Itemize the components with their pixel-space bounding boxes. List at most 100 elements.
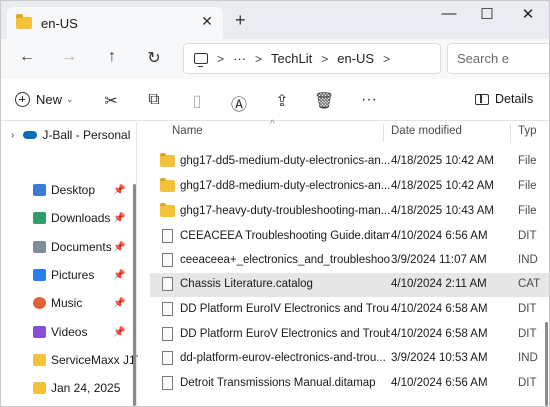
sort-indicator-icon: ^: [270, 119, 275, 130]
new-button[interactable]: New ⌄: [15, 92, 74, 107]
minimize-button[interactable]: —: [439, 5, 459, 22]
chevron-right-icon[interactable]: >: [217, 52, 224, 66]
cut-button[interactable]: ✂: [101, 91, 121, 111]
sidebar-item-music[interactable]: Music: [33, 296, 82, 310]
column-header-type[interactable]: Typ: [518, 125, 537, 137]
delete-button[interactable]: 🗑: [314, 91, 334, 111]
sidebar-item-label: J-Ball - Personal: [42, 128, 131, 142]
chevron-right-icon[interactable]: >: [383, 52, 390, 66]
tab-close-icon[interactable]: ✕: [199, 13, 215, 30]
breadcrumb-more[interactable]: ···: [233, 51, 246, 66]
new-button-label: New: [36, 92, 63, 107]
details-button[interactable]: Details: [475, 92, 533, 106]
document-icon: [162, 327, 173, 341]
file-row-selected[interactable]: Chassis Literature.catalog 4/10/2024 2:1…: [150, 273, 549, 297]
sidebar-item-downloads[interactable]: Downloads: [33, 211, 110, 225]
file-name: DD Platform EuroIV Electronics and Trou.…: [180, 303, 390, 315]
file-row[interactable]: DD Platform EuroIV Electronics and Trou.…: [150, 298, 549, 322]
document-icon: [162, 376, 173, 390]
column-header-date-modified[interactable]: Date modified: [391, 125, 462, 137]
sidebar-item-label: Jan 24, 2025: [51, 381, 121, 395]
tab-en-us[interactable]: en-US ✕: [7, 7, 223, 39]
file-name: CEEACEEA Troubleshooting Guide.ditam...: [180, 230, 390, 242]
breadcrumb-en-us[interactable]: en-US: [337, 51, 374, 66]
folder-icon: [160, 203, 175, 217]
file-date: 3/9/2024 11:07 AM: [391, 254, 487, 266]
sidebar-item-documents[interactable]: Documents: [33, 240, 112, 254]
chevron-right-icon[interactable]: >: [255, 52, 262, 66]
document-icon: [162, 302, 173, 316]
file-date: 4/18/2025 10:42 AM: [391, 155, 494, 167]
file-type: CAT: [518, 278, 541, 290]
maximize-button[interactable]: ☐: [477, 5, 497, 23]
close-window-button[interactable]: ✕: [518, 5, 538, 23]
file-date: 3/9/2024 10:53 AM: [391, 352, 488, 364]
file-date: 4/10/2024 6:56 AM: [391, 230, 488, 242]
file-row[interactable]: ghg17-dd5-medium-duty-electronics-an... …: [150, 150, 549, 174]
details-pane-icon: [475, 93, 489, 105]
download-icon: [33, 212, 46, 224]
column-divider[interactable]: [383, 124, 384, 142]
cloud-icon: [23, 131, 38, 139]
folder-icon: [16, 14, 32, 29]
sidebar-item-onedrive[interactable]: › J-Ball - Personal: [11, 128, 130, 142]
file-type: File: [518, 155, 537, 167]
file-list-scrollbar[interactable]: [545, 322, 548, 406]
file-date: 4/18/2025 10:42 AM: [391, 180, 494, 192]
file-list: ^ Name Date modified Typ ghg17-dd5-mediu…: [138, 119, 549, 406]
sidebar-item-label: Videos: [51, 325, 88, 339]
file-row[interactable]: ghg17-heavy-duty-troubleshooting-man... …: [150, 200, 549, 224]
file-name: ceeaceea+_electronics_and_troubleshoot..…: [180, 254, 390, 266]
folder-icon: [33, 354, 46, 366]
file-type: IND: [518, 352, 538, 364]
file-name: ghg17-dd5-medium-duty-electronics-an...: [180, 155, 390, 167]
share-button[interactable]: ⇪: [272, 91, 292, 111]
document-icon: [162, 253, 173, 267]
file-row[interactable]: CEEACEEA Troubleshooting Guide.ditam... …: [150, 225, 549, 249]
tab-title: en-US: [41, 15, 78, 31]
navigation-pane: › J-Ball - Personal Desktop 📌 Downloads …: [1, 122, 142, 406]
sidebar-item-jan-24[interactable]: Jan 24, 2025: [33, 381, 120, 395]
file-name: dd-platform-eurov-electronics-and-trou..…: [180, 352, 386, 364]
up-button[interactable]: ↑: [101, 48, 123, 66]
file-type: IND: [518, 254, 538, 266]
pin-icon: 📌: [113, 298, 126, 309]
sidebar-scrollbar[interactable]: [133, 184, 136, 406]
breadcrumb-techlit[interactable]: TechLit: [271, 51, 312, 66]
file-explorer-window: en-US ✕ + — ☐ ✕ ← → ↑ ↻ > ··· > TechLit …: [0, 0, 550, 407]
file-date: 4/10/2024 6:58 AM: [391, 328, 488, 340]
title-bar: en-US ✕ + — ☐ ✕: [1, 1, 549, 39]
file-type: DIT: [518, 303, 537, 315]
column-divider[interactable]: [510, 124, 511, 142]
file-row[interactable]: ceeaceea+_electronics_and_troubleshoot..…: [150, 249, 549, 273]
copy-button[interactable]: ⧉: [144, 91, 164, 109]
forward-button[interactable]: →: [58, 48, 80, 66]
column-header-name[interactable]: Name: [172, 125, 203, 137]
chevron-right-icon[interactable]: >: [321, 52, 328, 66]
back-button[interactable]: ←: [16, 48, 38, 66]
refresh-button[interactable]: ↻: [143, 48, 165, 68]
sidebar-item-videos[interactable]: Videos: [33, 325, 87, 339]
file-row[interactable]: Detroit Transmissions Manual.ditamap 4/1…: [150, 372, 549, 396]
pin-icon: 📌: [113, 270, 126, 281]
pin-icon: 📌: [113, 213, 126, 224]
search-input[interactable]: Search e: [447, 43, 549, 74]
sidebar-item-label: Downloads: [51, 211, 111, 225]
file-row[interactable]: DD Platform EuroV Electronics and Troub.…: [150, 323, 549, 347]
address-bar[interactable]: > ··· > TechLit > en-US >: [183, 43, 441, 74]
file-name: ghg17-heavy-duty-troubleshooting-man...: [180, 205, 390, 217]
file-row[interactable]: dd-platform-eurov-electronics-and-trou..…: [150, 347, 549, 371]
file-row[interactable]: ghg17-dd8-medium-duty-electronics-an... …: [150, 175, 549, 199]
file-type: DIT: [518, 230, 537, 242]
address-row: ← → ↑ ↻ > ··· > TechLit > en-US > Search…: [1, 39, 549, 79]
rename-button[interactable]: Ⓐ: [229, 91, 249, 115]
new-tab-button[interactable]: +: [235, 10, 246, 31]
chevron-right-icon[interactable]: ›: [11, 130, 14, 141]
paste-button[interactable]: ▯: [187, 91, 207, 111]
computer-icon: [194, 53, 208, 67]
sidebar-item-pictures[interactable]: Pictures: [33, 268, 94, 282]
more-options-button[interactable]: ···: [359, 91, 379, 109]
sidebar-item-servicemaxx[interactable]: ServiceMaxx J17: [33, 353, 142, 367]
sidebar-item-desktop[interactable]: Desktop: [33, 183, 95, 197]
pin-icon: 📌: [113, 327, 126, 338]
